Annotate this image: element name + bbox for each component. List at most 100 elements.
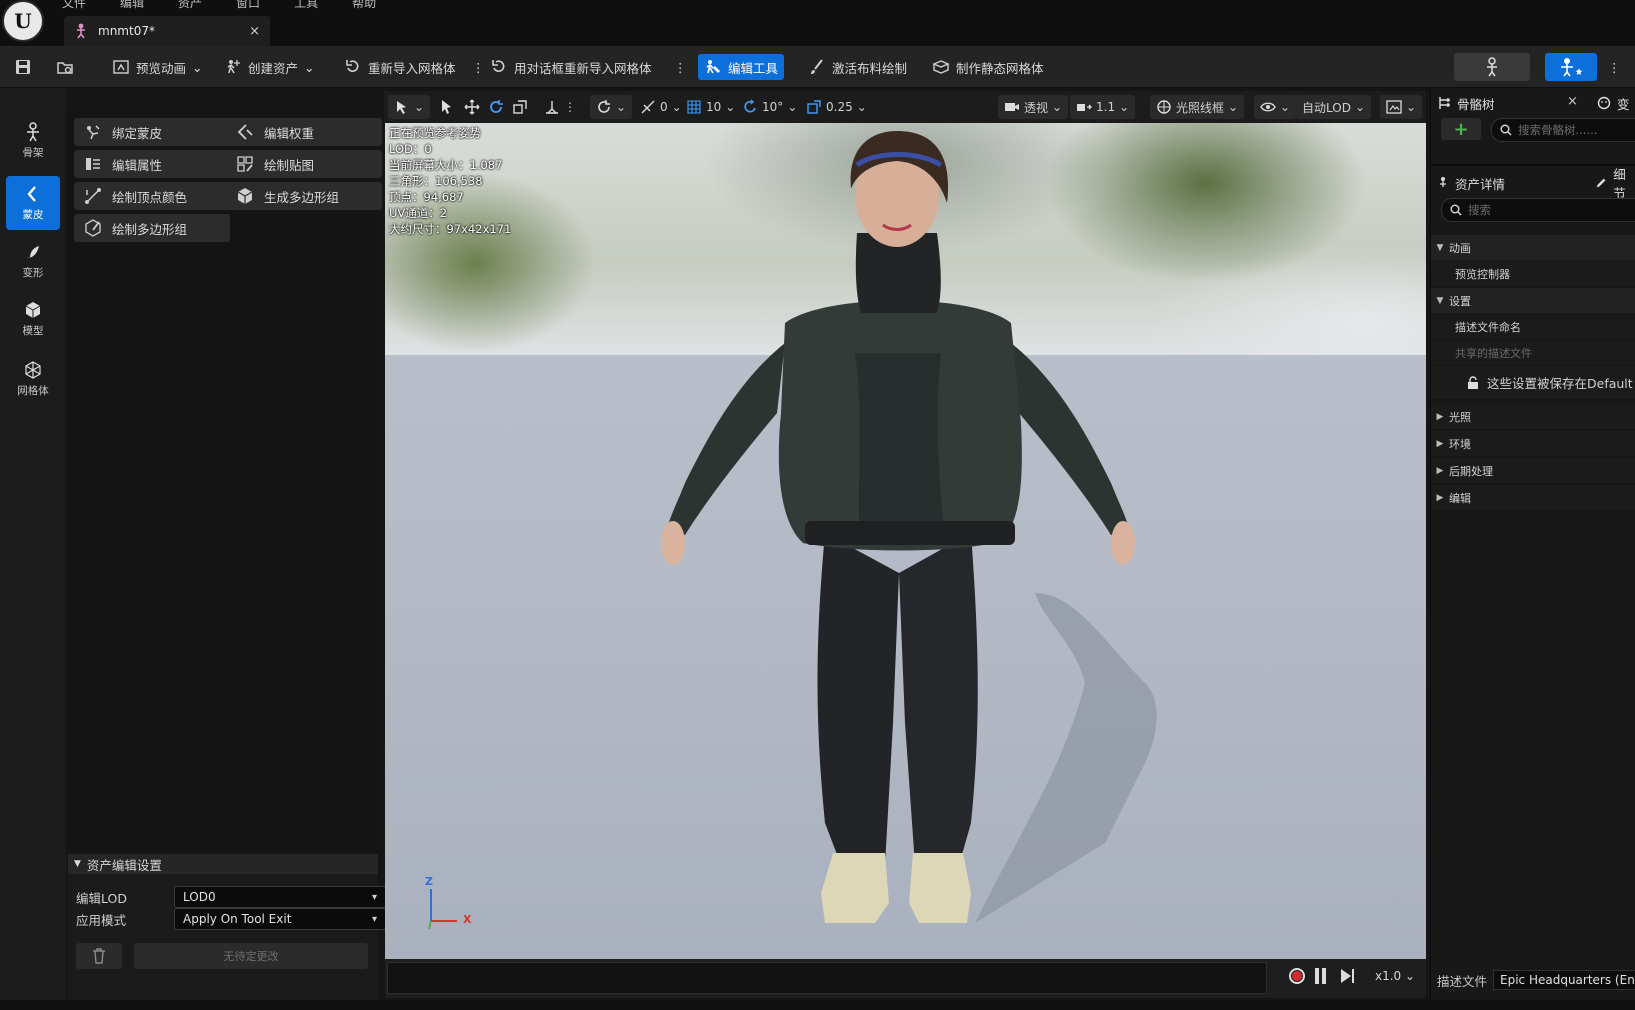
section-post-process[interactable]: ▶ 后期处理 (1431, 458, 1635, 484)
view-mode-dropdown[interactable]: 光照线框 ⌄ (1150, 95, 1245, 119)
details-icon (1440, 177, 1446, 187)
menu-help[interactable]: 帮助 (352, 0, 376, 11)
fov-dropdown[interactable]: 1.1 ⌄ (1070, 95, 1136, 119)
skeletal-mesh-mode-button[interactable] (1545, 53, 1597, 81)
menu-tools[interactable]: 工具 (294, 0, 318, 11)
mode-mesh[interactable]: 网格体 (6, 352, 60, 406)
tool-bind-skin[interactable]: 绑定蒙皮 (74, 118, 230, 146)
approx-size-stat: 大约尺寸：97x42x171 (389, 222, 512, 236)
tool-edit-attributes[interactable]: 编辑属性 (74, 150, 230, 178)
tool-paint-polygroups[interactable]: 绘制多边形组 (74, 214, 230, 242)
asset-tab[interactable]: mnmt07* × (64, 16, 270, 46)
accept-changes-button[interactable]: 无待定更改 (134, 943, 368, 969)
surface-snap-icon[interactable] (544, 95, 560, 119)
tool-edit-attributes-label: 编辑属性 (112, 157, 163, 173)
grid-snap-toggle[interactable]: 10 ⌄ (686, 95, 735, 119)
menu-file[interactable]: 文件 (62, 0, 86, 11)
section-animation[interactable]: ▼ 动画 (1431, 235, 1635, 260)
timeline-track[interactable] (387, 962, 1267, 994)
skeleton-tree-tab[interactable]: 骨骼树 (1437, 90, 1495, 116)
chevron-down-icon: ⌄ (1052, 100, 1063, 114)
record-button[interactable] (1289, 968, 1305, 984)
prop-preview-controller[interactable]: 预览控制器 (1431, 261, 1635, 287)
skeleton-mode-button[interactable] (1454, 53, 1530, 81)
edit-tools-button[interactable]: 编辑工具 (698, 54, 785, 80)
unreal-logo-icon[interactable]: U (2, 0, 44, 42)
tool-generate-polygroups-label: 生成多边形组 (264, 189, 340, 205)
show-flags-dropdown[interactable]: ⌄ (1254, 95, 1297, 119)
paint-polygroups-icon (85, 219, 101, 237)
add-bone-button[interactable]: + (1441, 118, 1481, 140)
mesh-icon (25, 361, 41, 379)
details-search-input[interactable]: 搜索 (1441, 198, 1635, 222)
more-options-icon[interactable]: ⋮ (1602, 54, 1627, 80)
lod-dropdown[interactable]: 自动LOD ⌄ (1296, 95, 1372, 119)
save-button[interactable] (8, 54, 38, 80)
select-mode-dropdown[interactable]: ⌄ (388, 95, 431, 119)
rotation-snap-toggle[interactable]: 10° ⌄ (742, 95, 797, 119)
apply-mode-label: 应用模式 (76, 913, 127, 928)
profile-dropdown[interactable]: Epic Headquarters (Engi (1493, 970, 1635, 990)
section-lighting[interactable]: ▶ 光照 (1431, 404, 1635, 430)
preview-animation-icon (113, 60, 129, 74)
edit-lod-label: 编辑LOD (76, 891, 127, 906)
reimport-dialog-options-icon[interactable]: ⋮ (668, 54, 693, 80)
browse-button[interactable] (50, 54, 80, 80)
discard-button[interactable] (76, 943, 122, 969)
menu-window[interactable]: 窗口 (236, 0, 260, 11)
apply-mode-dropdown[interactable]: Apply On Tool Exit ▾ (174, 908, 386, 930)
select-tool-icon[interactable] (440, 95, 454, 119)
surface-snapping-toggle[interactable]: 0 ⌄ (640, 95, 682, 119)
details-tab[interactable]: 细节 (1595, 167, 1635, 201)
prop-shared-profile[interactable]: 共享的描述文件 (1431, 340, 1635, 366)
create-asset-button[interactable]: 创建资产 ⌄ (218, 54, 321, 80)
rotate-tool-icon[interactable] (488, 95, 504, 119)
tool-generate-polygroups[interactable]: 生成多边形组 (226, 182, 382, 210)
translate-tool-icon[interactable] (464, 95, 480, 119)
chevron-down-icon: ⌄ (616, 100, 627, 114)
cloth-paint-button[interactable]: 激活布料绘制 (802, 54, 913, 80)
coordinate-space-dropdown[interactable]: ⌄ (590, 95, 633, 119)
paint-brush-icon (811, 59, 823, 74)
playback-speed-dropdown[interactable]: x1.0 ⌄ (1375, 969, 1415, 983)
viewport-layout-icon (1386, 100, 1402, 114)
create-asset-label: 创建资产 (248, 60, 299, 76)
lod-label: 自动LOD (1302, 100, 1351, 115)
section-environment[interactable]: ▶ 环境 (1431, 431, 1635, 457)
mode-skin[interactable]: 蒙皮 (6, 176, 60, 230)
preview-animation-button[interactable]: 预览动画 ⌄ (106, 54, 209, 80)
other-tab[interactable]: 变 (1597, 90, 1630, 116)
perspective-dropdown[interactable]: 透视 ⌄ (998, 95, 1069, 119)
mode-skeleton[interactable]: 骨架 (6, 114, 60, 168)
tool-paint-vertex-color[interactable]: 绘制顶点颜色 (74, 182, 230, 210)
reimport-mesh-button[interactable]: 重新导入网格体 (338, 54, 462, 80)
make-static-mesh-button[interactable]: 制作静态网格体 (926, 54, 1050, 80)
section-settings[interactable]: ▼ 设置 (1431, 288, 1635, 313)
prop-profile-name[interactable]: 描述文件命名 (1431, 314, 1635, 340)
asset-details-tab[interactable]: 资产详情 (1437, 170, 1505, 196)
close-skeleton-tree-icon[interactable]: × (1567, 94, 1578, 109)
close-tab-icon[interactable]: × (249, 24, 260, 39)
viewport-layout-dropdown[interactable]: ⌄ (1380, 95, 1423, 119)
viewport-more-icon[interactable]: ⋮ (564, 95, 576, 119)
3d-viewport[interactable]: 正在预览参考姿势 LOD：0 当前屏幕大小：1.087 三角形：106,538 … (385, 123, 1426, 959)
trash-icon (93, 948, 105, 964)
tool-edit-weights[interactable]: 编辑权重 (226, 118, 382, 146)
pause-button[interactable] (1315, 968, 1329, 984)
skeleton-search-input[interactable]: 搜索骨骼树...... (1491, 118, 1635, 142)
asset-settings-header[interactable]: ▼ 资产编辑设置 (68, 854, 378, 874)
scale-snap-toggle[interactable]: 0.25 ⌄ (806, 95, 867, 119)
section-editing[interactable]: ▶ 编辑 (1431, 485, 1635, 511)
scale-tool-icon[interactable] (512, 95, 528, 119)
step-forward-icon[interactable] (1339, 968, 1355, 984)
menu-edit[interactable]: 编辑 (120, 0, 144, 11)
mode-deform[interactable]: 变形 (6, 234, 60, 288)
menu-asset[interactable]: 资产 (178, 0, 202, 11)
mode-model[interactable]: 模型 (6, 292, 60, 346)
edit-lod-dropdown[interactable]: LOD0 ▾ (174, 886, 386, 908)
reimport-dialog-button[interactable]: 用对话框重新导入网格体 (484, 54, 658, 80)
details-tab-label: 细节 (1613, 167, 1626, 201)
tool-paint-maps[interactable]: 绘制贴图 (226, 150, 382, 178)
profile-label: 描述文件 (1437, 973, 1488, 989)
asset-tab-title: mnmt07* (98, 24, 155, 38)
